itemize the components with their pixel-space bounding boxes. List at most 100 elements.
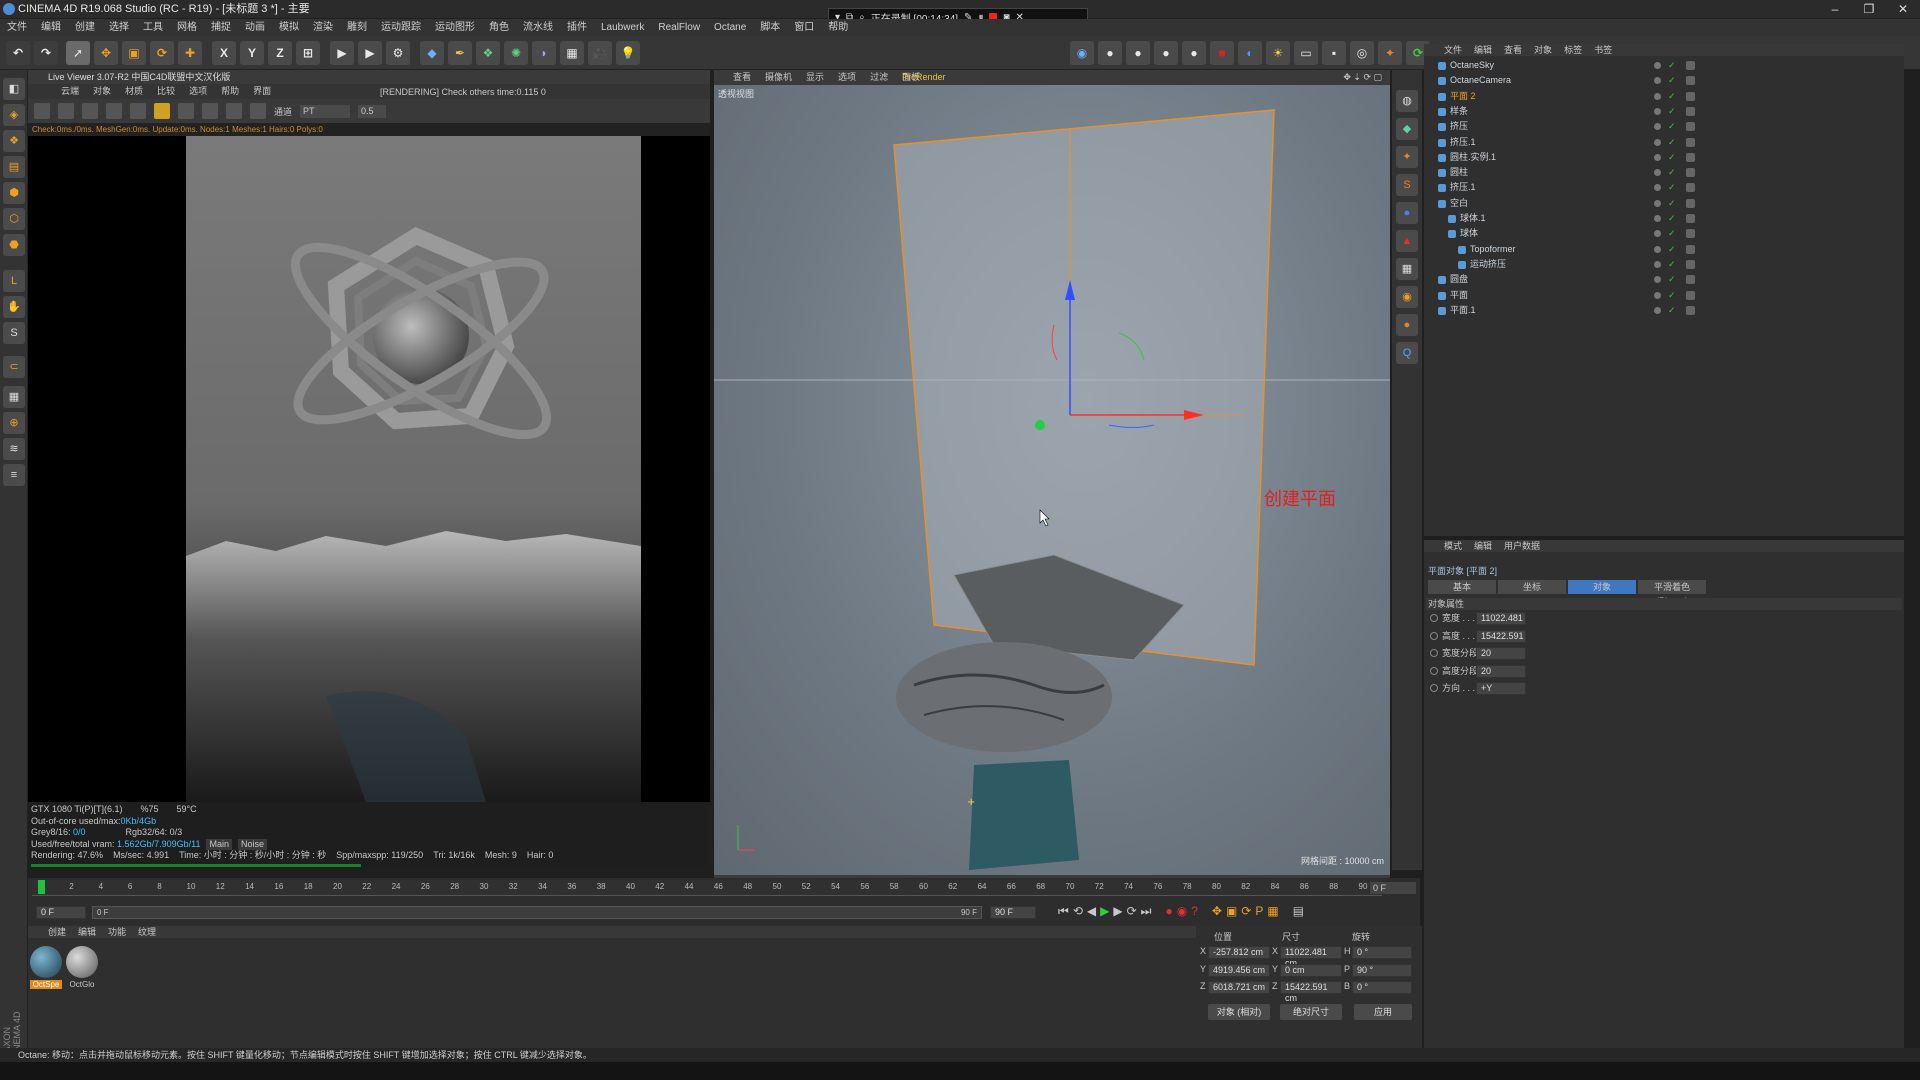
prev-frame-icon[interactable]: ◀: [1087, 904, 1096, 919]
autokey-icon[interactable]: ◉: [1177, 904, 1187, 919]
range-slider[interactable]: 0 F 90 F: [92, 906, 982, 919]
tag-icon[interactable]: [1686, 76, 1695, 86]
enable-check-icon[interactable]: ✓: [1668, 73, 1676, 88]
coord-position-field[interactable]: -257.812 cm: [1208, 946, 1270, 959]
menu-item[interactable]: 角色: [482, 19, 516, 36]
select-tool-icon[interactable]: ➚: [66, 41, 90, 65]
record-key-icon[interactable]: ●: [1165, 904, 1172, 919]
y-axis-button[interactable]: Y: [240, 41, 264, 65]
field-radio-icon[interactable]: [1430, 649, 1438, 657]
attribute-menu-item[interactable]: 编辑: [1468, 540, 1498, 552]
tag-icon[interactable]: [1686, 229, 1695, 239]
viewport-menu-item[interactable]: 过滤: [863, 70, 895, 85]
octane-toggle-icon[interactable]: ◐: [1238, 41, 1262, 65]
object-row[interactable]: OctaneSky ✓: [1424, 58, 1904, 73]
coord-rotation-field[interactable]: 90 °: [1352, 963, 1412, 977]
octane-camera-icon[interactable]: ▪: [1322, 41, 1346, 65]
object-row[interactable]: 球体 ✓: [1424, 226, 1904, 241]
tag-icon[interactable]: [1686, 168, 1695, 178]
menu-item[interactable]: 动画: [238, 19, 272, 36]
pick-icon[interactable]: [250, 103, 266, 119]
object-manager-menu-item[interactable]: 文件: [1438, 44, 1468, 56]
gear-icon[interactable]: [130, 103, 146, 119]
edges-mode-icon[interactable]: ⬡: [3, 208, 25, 230]
key-param-icon[interactable]: P: [1255, 904, 1263, 919]
cube-icon[interactable]: ◆: [420, 41, 444, 65]
live-viewer-menu-item[interactable]: 比较: [150, 84, 182, 99]
menu-item[interactable]: 创建: [68, 19, 102, 36]
material-menu-item[interactable]: 创建: [42, 926, 72, 938]
tag-icon[interactable]: [1686, 91, 1695, 101]
visibility-icon[interactable]: [1654, 184, 1661, 192]
object-row[interactable]: 挤压.1 ✓: [1424, 180, 1904, 195]
floor-icon[interactable]: ▦: [560, 41, 584, 65]
deformer-icon[interactable]: ◗: [532, 41, 556, 65]
enable-check-icon[interactable]: ✓: [1668, 58, 1676, 73]
live-viewer-menu-item[interactable]: 对象: [86, 84, 118, 99]
model-mode-icon[interactable]: ◈: [3, 104, 25, 126]
tag-icon[interactable]: [1686, 137, 1695, 147]
material-icon[interactable]: [178, 103, 194, 119]
visibility-icon[interactable]: [1654, 92, 1661, 100]
next-frame-icon[interactable]: ▶: [1113, 904, 1122, 919]
viewport-menu-item[interactable]: 显示: [799, 70, 831, 85]
points-mode-icon[interactable]: ⬢: [3, 182, 25, 204]
light-icon[interactable]: 💡: [616, 41, 640, 65]
polygons-mode-icon[interactable]: ⬣: [3, 234, 25, 256]
enable-check-icon[interactable]: ✓: [1668, 288, 1676, 303]
playhead[interactable]: [38, 880, 45, 894]
octane-sphere-3-icon[interactable]: ●: [1154, 41, 1178, 65]
restart-icon[interactable]: [58, 103, 74, 119]
enable-check-icon[interactable]: ✓: [1668, 135, 1676, 150]
enable-check-icon[interactable]: ✓: [1668, 257, 1676, 272]
live-select-icon[interactable]: ✚: [178, 41, 202, 65]
lock-icon[interactable]: [154, 103, 170, 119]
attribute-tab[interactable]: 平滑着色(Phong): [1638, 580, 1706, 606]
menu-item[interactable]: 窗口: [787, 19, 821, 36]
attribute-menu-item[interactable]: 用户数据: [1498, 540, 1546, 552]
menu-item[interactable]: 选择: [102, 19, 136, 36]
menu-item[interactable]: 模拟: [272, 19, 306, 36]
start-frame-field[interactable]: 0 F: [36, 906, 86, 919]
close-button[interactable]: ✕: [1886, 0, 1920, 18]
array-icon[interactable]: ✺: [504, 41, 528, 65]
workplane-icon[interactable]: ▤: [3, 156, 25, 178]
octane-sphere-4-icon[interactable]: ●: [1182, 41, 1206, 65]
menu-item[interactable]: 插件: [560, 19, 594, 36]
octane-sphere-icon[interactable]: ●: [1098, 41, 1122, 65]
visibility-icon[interactable]: [1654, 123, 1661, 131]
material-name[interactable]: OctSpe: [30, 980, 62, 989]
apply-button[interactable]: 应用: [1354, 1004, 1412, 1020]
pause-icon[interactable]: [82, 103, 98, 119]
magnet-icon[interactable]: ⊂: [3, 356, 25, 378]
sculpt-icon[interactable]: ≋: [3, 438, 25, 460]
key-position-icon[interactable]: ✥: [1212, 904, 1222, 919]
pen-spline-icon[interactable]: ✒: [448, 41, 472, 65]
visibility-icon[interactable]: [1654, 245, 1661, 253]
coord-size-field[interactable]: 15422.591 cm: [1280, 981, 1342, 1003]
zoom-field[interactable]: 0.5: [358, 104, 387, 118]
menu-item[interactable]: 网格: [170, 19, 204, 36]
undo-icon[interactable]: ↶: [6, 41, 30, 65]
menu-item[interactable]: 运动跟踪: [374, 19, 428, 36]
object-row[interactable]: 平面 ✓: [1424, 288, 1904, 303]
tag-icon[interactable]: [1686, 198, 1695, 208]
timeline-window-icon[interactable]: ▤: [1293, 904, 1304, 919]
minimize-button[interactable]: –: [1818, 0, 1852, 18]
move-tool-icon[interactable]: ✥: [94, 41, 118, 65]
visibility-icon[interactable]: [1654, 169, 1661, 177]
live-viewer-menu-item[interactable]: 云端: [54, 84, 86, 99]
attribute-tab[interactable]: 基本: [1428, 580, 1496, 594]
menu-item[interactable]: RealFlow: [651, 19, 707, 36]
octane-target-icon[interactable]: ◎: [1350, 41, 1374, 65]
octane-sphere-2-icon[interactable]: ●: [1126, 41, 1150, 65]
maximize-button[interactable]: ❐: [1852, 0, 1886, 18]
field-radio-icon[interactable]: [1430, 684, 1438, 692]
octane-side-9-icon[interactable]: ●: [1396, 314, 1418, 336]
key-scale-icon[interactable]: ▣: [1226, 904, 1237, 919]
coord-mode-select[interactable]: 对象 (相对): [1208, 1004, 1270, 1020]
redo-icon[interactable]: ↷: [34, 41, 58, 65]
grid-icon[interactable]: ▦: [3, 386, 25, 408]
live-viewer-menu-item[interactable]: 界面: [246, 84, 278, 99]
field-radio-icon[interactable]: [1430, 631, 1438, 640]
